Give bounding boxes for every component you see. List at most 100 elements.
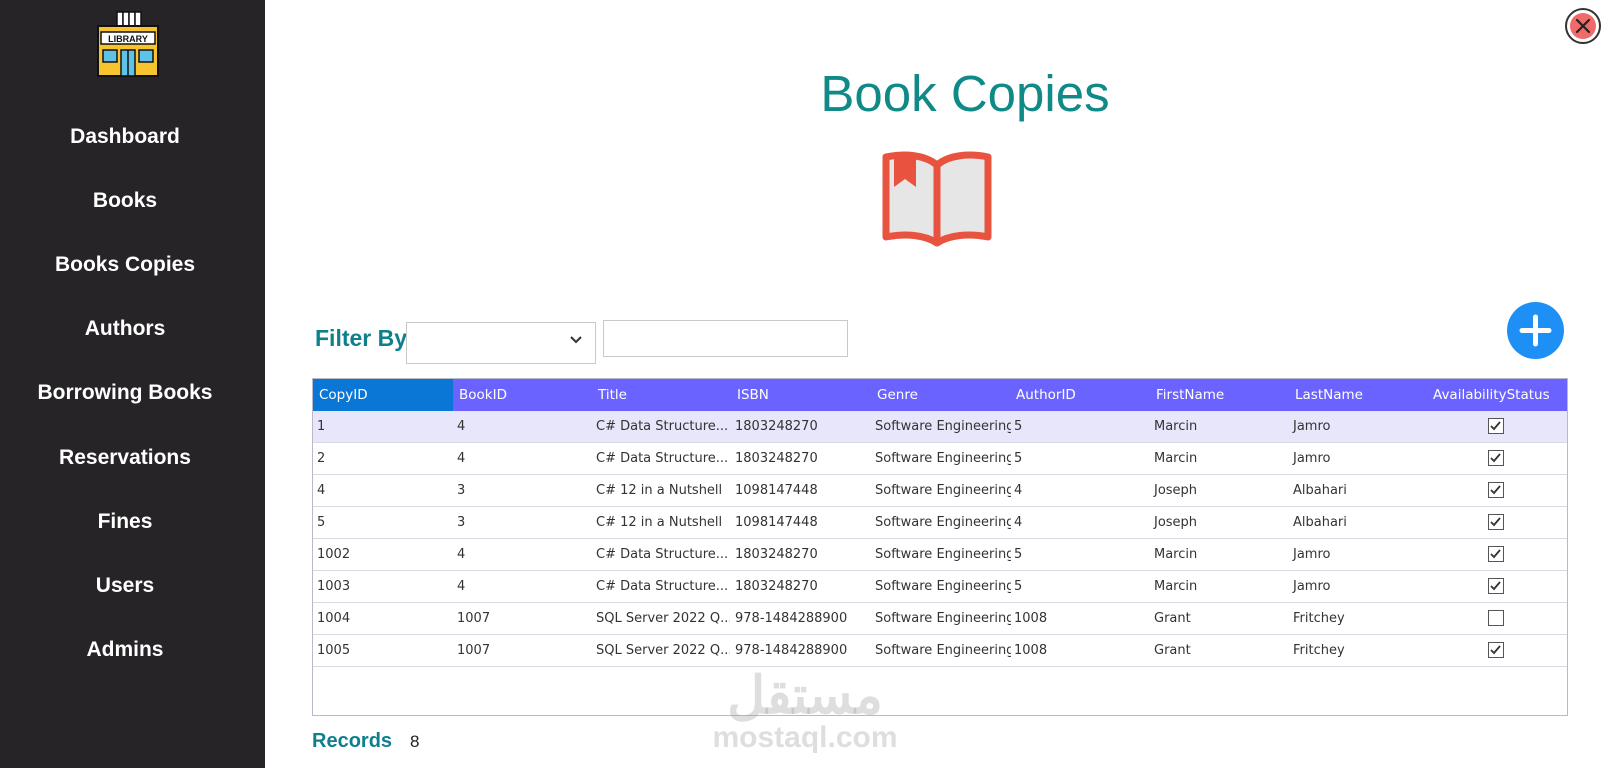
- cell-lastname: Albahari: [1293, 515, 1347, 530]
- plus-icon: [1519, 314, 1552, 347]
- availability-checkbox[interactable]: [1488, 610, 1504, 626]
- sidebar: LIBRARY Dashboard Books Books Copies Aut…: [0, 0, 265, 768]
- checkmark-icon: [1490, 453, 1501, 463]
- cell-title: C# 12 in a Nutshell: [596, 515, 723, 530]
- availability-checkbox[interactable]: [1488, 514, 1504, 530]
- filter-by-label: Filter By: [315, 325, 408, 351]
- table-row[interactable]: 4 3 C# 12 in a Nutshell 1098147448 Software …: [313, 475, 1567, 507]
- column-header-lastname[interactable]: LastName: [1289, 379, 1429, 411]
- cell-copyid: 1005: [317, 643, 351, 658]
- cell-isbn: 1098147448: [735, 483, 818, 498]
- cell-isbn: 978-1484288900: [735, 643, 848, 658]
- cell-copyid: 1004: [317, 611, 351, 626]
- sidebar-item-authors[interactable]: Authors: [0, 309, 250, 349]
- cell-isbn: 1803248270: [735, 451, 818, 466]
- cell-authorid: 4: [1014, 515, 1023, 530]
- cell-title: C# Data Structure...: [596, 579, 729, 594]
- filter-value-input[interactable]: [603, 320, 848, 357]
- availability-checkbox[interactable]: [1488, 418, 1504, 434]
- column-header-bookid[interactable]: BookID: [453, 379, 593, 411]
- column-header-availabilitystatus[interactable]: AvailabilityStatus: [1429, 379, 1567, 411]
- cell-title: SQL Server 2022 Q...: [596, 643, 730, 658]
- sidebar-item-books[interactable]: Books: [0, 181, 250, 221]
- cell-firstname: Marcin: [1154, 547, 1198, 562]
- close-icon: [1565, 8, 1601, 44]
- table-row[interactable]: 1005 1007 SQL Server 2022 Q... 978-14842889…: [313, 635, 1567, 667]
- sidebar-item-admins[interactable]: Admins: [0, 630, 250, 670]
- cell-genre: Software Engineering: [875, 643, 1011, 658]
- cell-authorid: 4: [1014, 483, 1023, 498]
- table-row[interactable]: 5 3 C# 12 in a Nutshell 1098147448 Software …: [313, 507, 1567, 539]
- cell-lastname: Jamro: [1293, 451, 1331, 466]
- checkmark-icon: [1490, 581, 1501, 591]
- cell-genre: Software Engineering: [875, 515, 1011, 530]
- cell-bookid: 1007: [457, 611, 491, 626]
- cell-firstname: Marcin: [1154, 579, 1198, 594]
- open-book-icon: [880, 147, 994, 247]
- cell-copyid: 4: [317, 483, 326, 498]
- column-header-copyid[interactable]: CopyID: [313, 379, 453, 411]
- book-copies-grid[interactable]: CopyID BookID Title ISBN Genre AuthorID …: [312, 378, 1568, 716]
- records-label: Records: [312, 730, 393, 752]
- cell-authorid: 5: [1014, 451, 1023, 466]
- cell-isbn: 1098147448: [735, 515, 818, 530]
- cell-firstname: Joseph: [1154, 483, 1198, 498]
- availability-checkbox[interactable]: [1488, 546, 1504, 562]
- cell-bookid: 4: [457, 451, 466, 466]
- availability-checkbox[interactable]: [1488, 482, 1504, 498]
- column-header-title[interactable]: Title: [592, 379, 732, 411]
- cell-lastname: Jamro: [1293, 579, 1331, 594]
- cell-isbn: 1803248270: [735, 579, 818, 594]
- cell-copyid: 1002: [317, 547, 351, 562]
- cell-copyid: 1: [317, 419, 326, 434]
- checkmark-icon: [1490, 485, 1501, 495]
- cell-bookid: 3: [457, 515, 466, 530]
- cell-genre: Software Engineering: [875, 419, 1011, 434]
- cell-lastname: Fritchey: [1293, 611, 1345, 626]
- cell-bookid: 4: [457, 579, 466, 594]
- cell-authorid: 1008: [1014, 643, 1048, 658]
- table-row[interactable]: 1003 4 C# Data Structure... 1803248270 Softw…: [313, 571, 1567, 603]
- close-button[interactable]: [1564, 7, 1602, 45]
- sidebar-item-borrowing-books[interactable]: Borrowing Books: [0, 373, 250, 413]
- table-row[interactable]: 1004 1007 SQL Server 2022 Q... 978-14842889…: [313, 603, 1567, 635]
- cell-lastname: Fritchey: [1293, 643, 1345, 658]
- cell-firstname: Marcin: [1154, 419, 1198, 434]
- filter-by-dropdown[interactable]: [406, 322, 596, 364]
- cell-genre: Software Engineering: [875, 547, 1011, 562]
- table-row[interactable]: 1 4 C# Data Structure... 1803248270 Software…: [313, 411, 1567, 443]
- sidebar-item-dashboard[interactable]: Dashboard: [0, 117, 250, 157]
- table-row[interactable]: 1002 4 C# Data Structure... 1803248270 Softw…: [313, 539, 1567, 571]
- cell-lastname: Jamro: [1293, 547, 1331, 562]
- cell-genre: Software Engineering: [875, 611, 1011, 626]
- chevron-down-icon: [569, 331, 583, 352]
- column-header-genre[interactable]: Genre: [871, 379, 1011, 411]
- cell-title: C# Data Structure...: [596, 547, 729, 562]
- checkmark-icon: [1490, 517, 1501, 527]
- grid-header: CopyID BookID Title ISBN Genre AuthorID …: [313, 379, 1567, 411]
- checkmark-icon: [1490, 421, 1501, 431]
- add-copy-button[interactable]: [1507, 302, 1564, 359]
- availability-checkbox[interactable]: [1488, 642, 1504, 658]
- sidebar-item-fines[interactable]: Fines: [0, 502, 250, 542]
- cell-authorid: 1008: [1014, 611, 1048, 626]
- availability-checkbox[interactable]: [1488, 578, 1504, 594]
- cell-bookid: 1007: [457, 643, 491, 658]
- sidebar-item-users[interactable]: Users: [0, 566, 250, 606]
- table-row[interactable]: 2 4 C# Data Structure... 1803248270 Software…: [313, 443, 1567, 475]
- column-header-authorid[interactable]: AuthorID: [1010, 379, 1150, 411]
- cell-genre: Software Engineering: [875, 579, 1011, 594]
- cell-copyid: 5: [317, 515, 326, 530]
- column-header-isbn[interactable]: ISBN: [731, 379, 871, 411]
- sidebar-item-books-copies[interactable]: Books Copies: [0, 245, 250, 285]
- sidebar-item-reservations[interactable]: Reservations: [0, 438, 250, 478]
- checkmark-icon: [1490, 645, 1501, 655]
- availability-checkbox[interactable]: [1488, 450, 1504, 466]
- column-header-firstname[interactable]: FirstName: [1150, 379, 1290, 411]
- cell-bookid: 4: [457, 419, 466, 434]
- cell-firstname: Marcin: [1154, 451, 1198, 466]
- cell-copyid: 2: [317, 451, 326, 466]
- library-logo-icon: LIBRARY: [95, 10, 161, 78]
- cell-genre: Software Engineering: [875, 451, 1011, 466]
- cell-isbn: 1803248270: [735, 547, 818, 562]
